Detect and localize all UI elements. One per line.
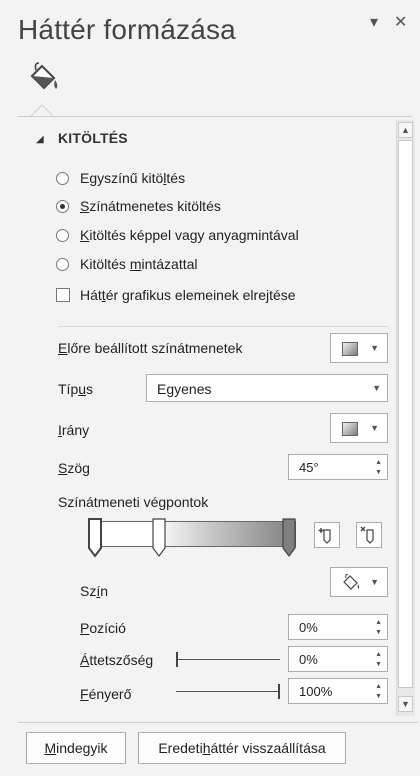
fill-option-label[interactable]: Kitöltés képpel vagy anyagmintával <box>80 227 299 243</box>
direction-dropdown[interactable]: ▼ <box>330 413 388 443</box>
remove-stop-button[interactable] <box>356 522 382 548</box>
position-spinner[interactable]: 0% ▲ ▼ <box>288 614 388 640</box>
apply-to-all-button[interactable]: Mindegyik <box>26 732 126 764</box>
pane-options-icon[interactable]: ▾ <box>370 12 378 32</box>
slider-thumb[interactable] <box>278 684 280 699</box>
angle-spinner[interactable]: 45° ▲ ▼ <box>288 454 388 480</box>
fill-option-radio[interactable] <box>56 229 69 242</box>
brightness-label: Fényerő <box>80 686 132 702</box>
panel-title: Háttér formázása <box>18 14 236 45</box>
direction-label: Irány <box>58 422 90 438</box>
transparency-slider[interactable] <box>176 650 280 670</box>
spin-up-icon[interactable]: ▲ <box>375 619 382 627</box>
color-label: Szín <box>80 583 109 599</box>
collapse-triangle-icon[interactable]: ◢ <box>36 134 44 145</box>
paint-bucket-icon <box>30 62 58 90</box>
hide-background-checkbox[interactable] <box>56 288 70 302</box>
hide-background-label[interactable]: Háttér grafikus elemeinek elrejtése <box>80 287 296 303</box>
vertical-scrollbar[interactable]: ▲ ▼ <box>396 120 415 716</box>
scroll-down-button[interactable]: ▼ <box>398 696 413 712</box>
transparency-value: 0% <box>299 652 318 667</box>
brightness-spinner[interactable]: 100% ▲ ▼ <box>288 678 388 704</box>
add-stop-icon <box>318 528 331 544</box>
slider-track <box>176 659 280 660</box>
preset-gradients-dropdown[interactable]: ▼ <box>330 333 388 363</box>
angle-label: Szög <box>58 460 90 476</box>
fill-option-radio[interactable] <box>56 200 69 213</box>
fill-line-tab[interactable] <box>26 60 70 96</box>
scroll-up-button[interactable]: ▲ <box>398 122 413 138</box>
spin-down-icon[interactable]: ▼ <box>375 693 382 701</box>
gradient-bar[interactable] <box>88 521 296 547</box>
spin-up-icon[interactable]: ▲ <box>375 459 382 467</box>
color-picker-button[interactable]: ▼ <box>330 567 388 597</box>
close-icon[interactable]: ✕ <box>394 12 407 32</box>
slider-track <box>176 691 280 692</box>
section-fill-header[interactable]: KITÖLTÉS <box>58 130 128 146</box>
spin-up-icon[interactable]: ▲ <box>375 683 382 691</box>
chevron-down-icon: ▼ <box>370 343 379 353</box>
angle-value: 45° <box>299 460 319 475</box>
chevron-down-icon: ▼ <box>372 383 381 393</box>
type-label: Típus <box>58 381 94 397</box>
scroll-thumb[interactable] <box>398 140 413 688</box>
position-label: Pozíció <box>80 620 126 636</box>
spin-down-icon[interactable]: ▼ <box>375 661 382 669</box>
spin-up-icon[interactable]: ▲ <box>375 651 382 659</box>
preset-gradients-label: Előre beállított színátmenetek <box>58 340 243 356</box>
position-value: 0% <box>299 620 318 635</box>
fill-option-label[interactable]: Színátmenetes kitöltés <box>80 198 221 214</box>
header-divider <box>18 116 412 117</box>
fill-option-radio[interactable] <box>56 258 69 271</box>
type-combobox[interactable]: Egyenes ▼ <box>146 374 388 402</box>
gradient-stop-handle[interactable] <box>88 518 102 558</box>
spin-down-icon[interactable]: ▼ <box>375 629 382 637</box>
brightness-slider[interactable] <box>176 682 280 702</box>
slider-thumb[interactable] <box>176 652 178 667</box>
section-divider <box>58 326 388 327</box>
spin-down-icon[interactable]: ▼ <box>375 469 382 477</box>
gradient-stop-handle[interactable] <box>282 518 296 558</box>
reset-background-button[interactable]: Eredeti h áttér visszaállítása <box>138 732 346 764</box>
chevron-down-icon: ▼ <box>370 577 379 587</box>
brightness-value: 100% <box>299 684 333 699</box>
footer-divider <box>18 722 418 723</box>
gradient-swatch-icon <box>342 422 358 436</box>
transparency-label: Áttetszőség <box>80 652 154 668</box>
add-stop-button[interactable] <box>314 522 340 548</box>
gradient-stops-label: Színátmeneti végpontok <box>58 494 209 510</box>
gradient-stop-handle[interactable] <box>152 518 166 558</box>
paint-bucket-icon <box>343 574 360 590</box>
transparency-spinner[interactable]: 0% ▲ ▼ <box>288 646 388 672</box>
fill-option-radio[interactable] <box>56 172 69 185</box>
fill-option-label[interactable]: Kitöltés mintázattal <box>80 256 198 272</box>
gradient-swatch-icon <box>342 342 358 356</box>
remove-stop-icon <box>360 526 374 544</box>
chevron-down-icon: ▼ <box>370 423 379 433</box>
fill-option-label[interactable]: Egyszínű kitöltés <box>80 170 185 186</box>
type-value: Egyenes <box>157 381 212 397</box>
